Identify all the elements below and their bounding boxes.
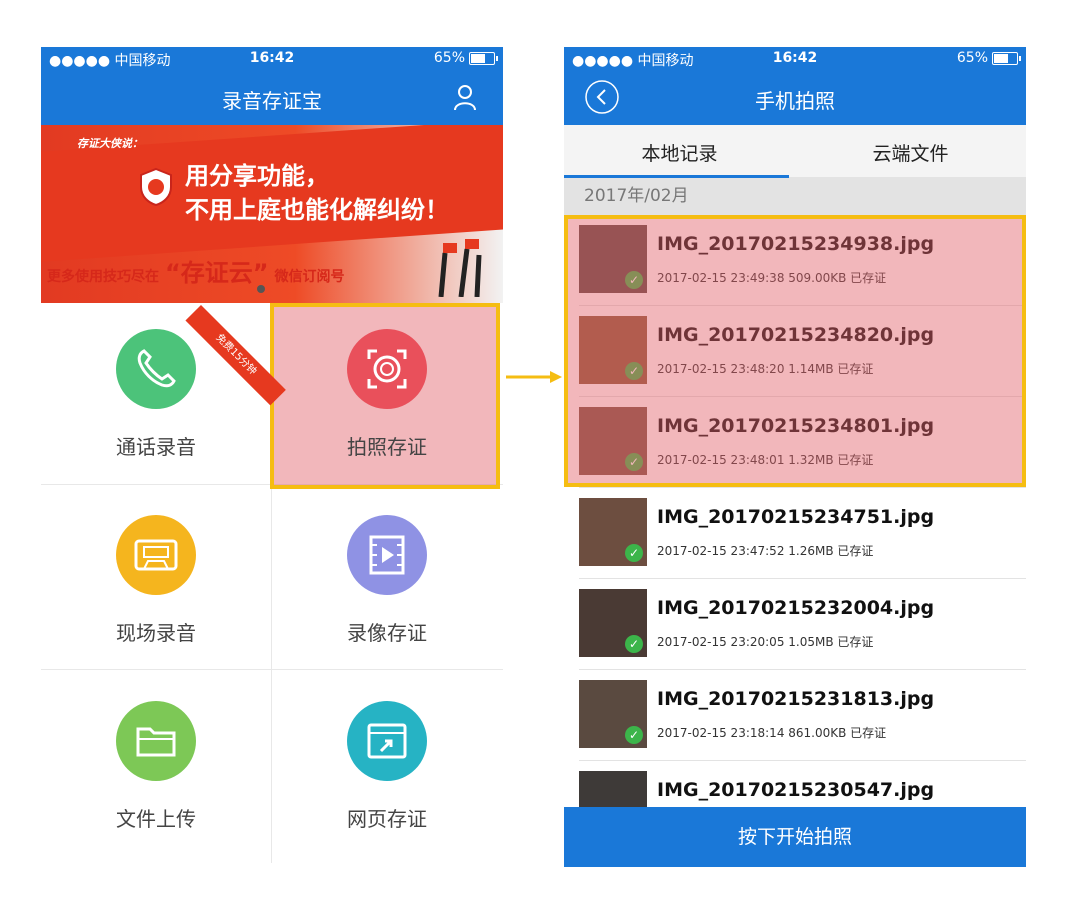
section-header: 2017年/02月 [564,177,1026,215]
tab-local-records[interactable]: 本地记录 [564,139,795,166]
webpage-icon [347,701,427,781]
arrow-right-icon [506,371,562,383]
flag-illustration-icon [438,239,482,297]
shield-logo-icon [140,167,172,207]
photo-thumbnail: ✓ [579,589,647,657]
page-title: 录音存证宝 [222,89,322,113]
grid-item-file-upload[interactable]: 文件上传 [41,675,271,861]
carousel-dot[interactable] [257,285,265,293]
battery-icon [469,51,498,65]
check-icon: ✓ [625,726,643,744]
highlight-box [564,215,1026,487]
check-icon: ✓ [625,635,643,653]
nav-bar: 录音存证宝 [41,71,503,125]
cassette-icon [116,515,196,595]
camera-icon [347,329,427,409]
grid-item-webpage-evidence[interactable]: 网页存证 [272,675,502,861]
start-photo-button[interactable]: 按下开始拍照 [564,807,1026,867]
page-title: 手机拍照 [755,89,835,113]
phone-screen-home: ●●●●● 中国移动 16:42 65% 录音存证宝 存证大侠说： 用分享功能，… [41,47,503,867]
tab-active-indicator [564,175,789,178]
grid-item-label: 通话录音 [116,435,196,459]
file-name: IMG_20170215230547.jpg [657,779,935,801]
tab-bar: 本地记录 云端文件 [564,125,1026,178]
status-bar: ●●●●● 中国移动 16:42 65% [564,47,1026,71]
grid-item-label: 文件上传 [116,807,196,831]
phone-icon [116,329,196,409]
file-name: IMG_20170215234751.jpg [657,506,935,528]
grid-item-live-recording[interactable]: 现场录音 [41,489,271,675]
battery-percent: 65% [433,50,465,66]
grid-item-label: 拍照存证 [347,435,427,459]
grid-item-call-recording[interactable]: 通话录音 [41,303,271,489]
nav-bar: 手机拍照 [564,71,1026,125]
battery-icon [992,51,1021,65]
file-name: IMG_20170215232004.jpg [657,597,935,619]
grid-item-label: 网页存证 [347,807,427,831]
tab-cloud-files[interactable]: 云端文件 [795,139,1026,166]
battery-percent: 65% [956,50,988,66]
banner-corner-text: 存证大侠说： [77,137,143,150]
video-icon [347,515,427,595]
photo-thumbnail: ✓ [579,680,647,748]
file-meta: 2017-02-15 23:20:05 1.05MB 已存证 [657,635,874,649]
list-item[interactable]: ✓ IMG_20170215232004.jpg 2017-02-15 23:2… [579,579,1026,670]
grid-item-label: 现场录音 [116,621,196,645]
photo-thumbnail: ✓ [579,498,647,566]
grid-item-photo-evidence[interactable]: 拍照存证 [272,303,502,489]
status-bar: ●●●●● 中国移动 16:42 65% [41,47,503,71]
grid-item-label: 录像存证 [347,621,427,645]
promo-banner[interactable]: 存证大侠说： 用分享功能， 不用上庭也能化解纠纷！ 更多使用技巧尽在 “存证云” 微… [41,125,503,303]
list-item[interactable]: ✓ IMG_20170215234751.jpg 2017-02-15 23:4… [579,488,1026,579]
banner-subtext: 更多使用技巧尽在 “存证云” 微信订阅号 [47,259,345,287]
user-icon[interactable] [453,83,477,111]
file-name: IMG_20170215231813.jpg [657,688,935,710]
grid-item-video-evidence[interactable]: 录像存证 [272,489,502,675]
phone-screen-photo-list: ●●●●● 中国移动 16:42 65% 手机拍照 本地记录 云端文件 2017… [564,47,1026,867]
folder-icon [116,701,196,781]
banner-headline: 用分享功能， 不用上庭也能化解纠纷！ [185,162,449,224]
check-icon: ✓ [625,544,643,562]
list-item[interactable]: ✓ IMG_20170215231813.jpg 2017-02-15 23:1… [579,670,1026,761]
file-meta: 2017-02-15 23:18:14 861.00KB 已存证 [657,726,887,740]
file-meta: 2017-02-15 23:47:52 1.26MB 已存证 [657,544,874,558]
